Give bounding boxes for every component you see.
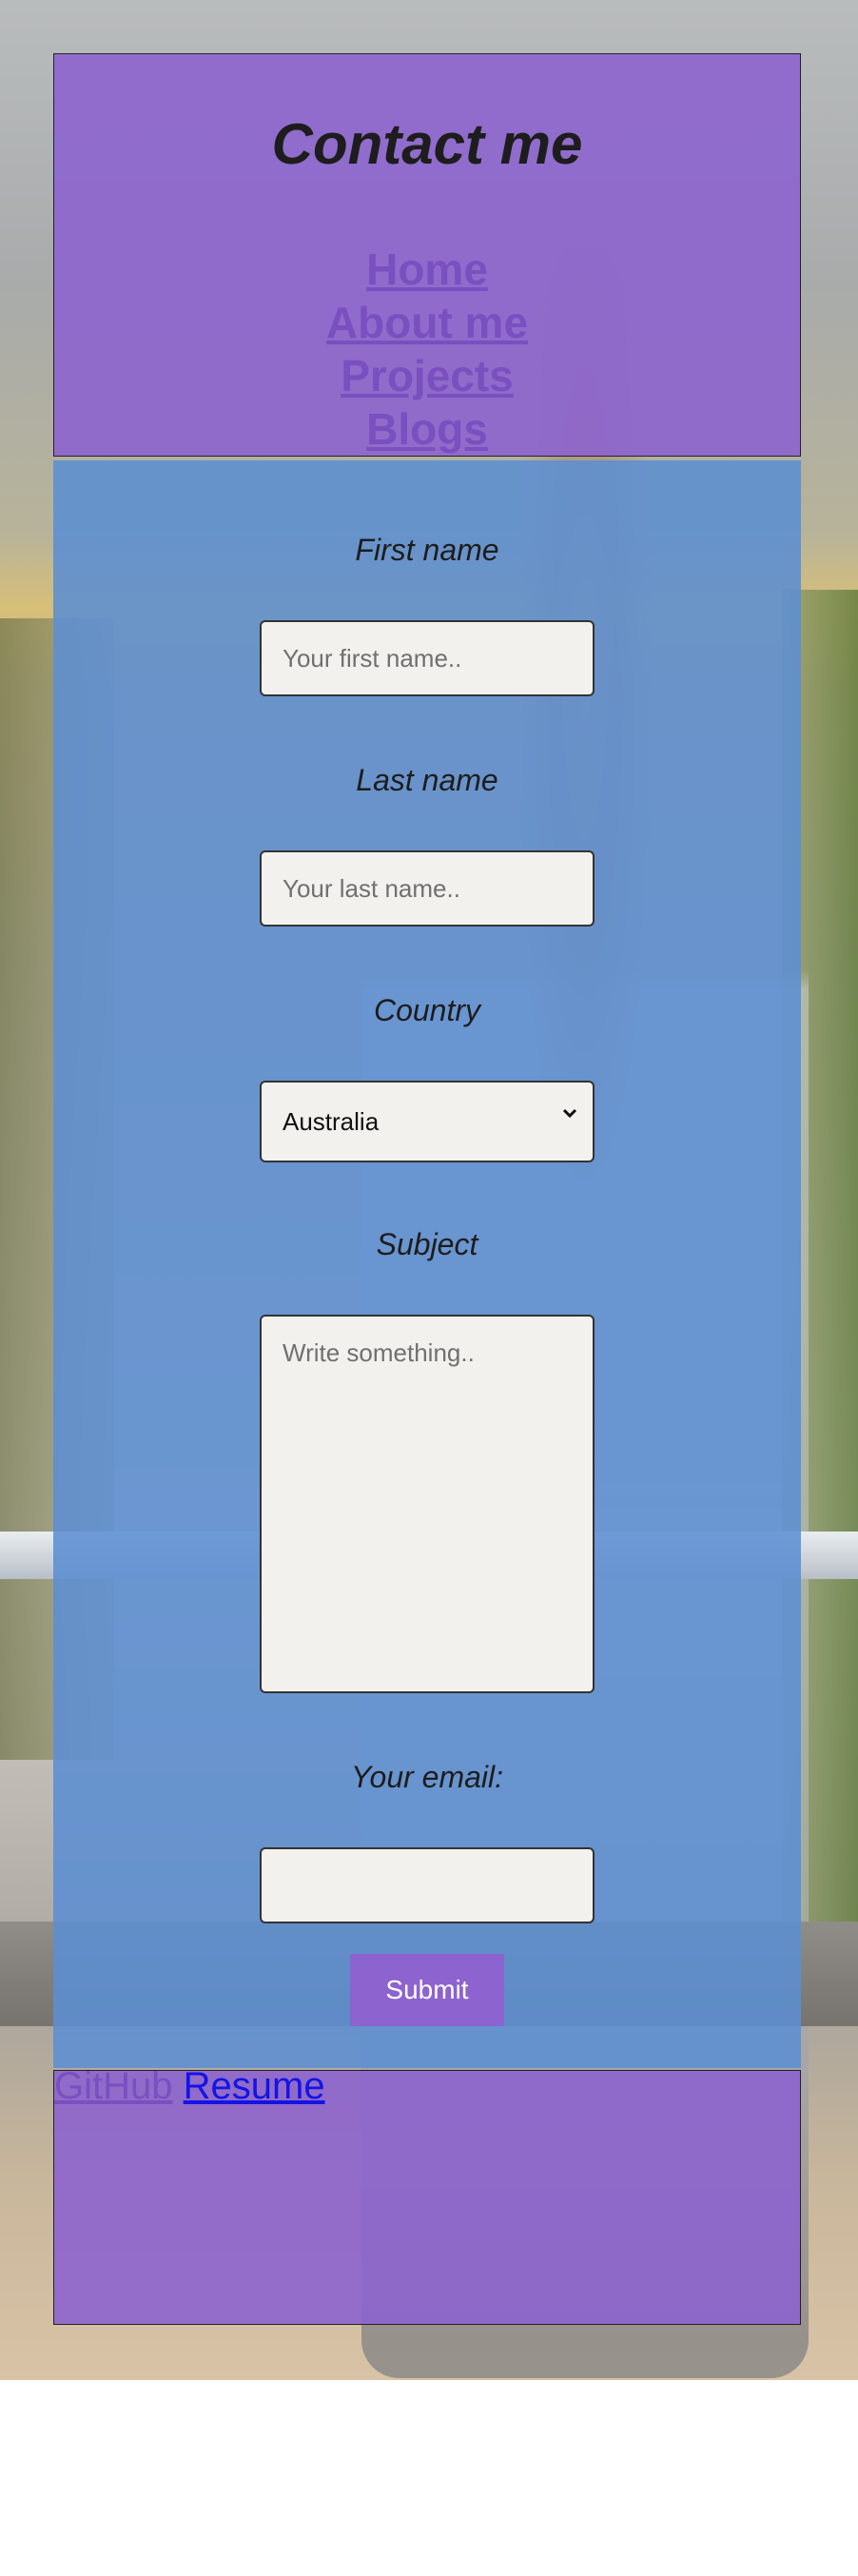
page-footer: GitHub Resume — [53, 2065, 801, 2325]
first-name-input[interactable] — [260, 620, 595, 696]
contact-form: First name Last name Country Australia S… — [53, 460, 801, 2068]
email-label: Your email: — [350, 1760, 504, 1794]
subject-textarea[interactable] — [260, 1315, 595, 1693]
github-link[interactable]: GitHub — [54, 2065, 173, 2107]
nav-link-projects[interactable]: Projects — [54, 349, 800, 402]
main-nav: Home About me Projects Blogs — [54, 243, 800, 456]
nav-link-about-me[interactable]: About me — [54, 296, 800, 349]
page-title: Contact me — [271, 112, 583, 176]
resume-link[interactable]: Resume — [184, 2065, 325, 2107]
page-header: Contact me Home About me Projects Blogs — [53, 53, 801, 457]
country-select-wrapper: Australia — [260, 1081, 595, 1162]
nav-link-home[interactable]: Home — [54, 243, 800, 296]
country-label: Country — [373, 993, 481, 1027]
last-name-input[interactable] — [260, 850, 595, 927]
nav-link-blogs[interactable]: Blogs — [54, 402, 800, 456]
subject-label: Subject — [376, 1227, 478, 1261]
submit-button[interactable]: Submit — [350, 1954, 504, 2026]
country-select[interactable]: Australia — [260, 1081, 595, 1162]
footer-links: GitHub Resume — [54, 2065, 325, 2108]
email-input[interactable] — [260, 1847, 595, 1923]
last-name-label: Last name — [356, 763, 498, 797]
first-name-label: First name — [355, 533, 499, 567]
